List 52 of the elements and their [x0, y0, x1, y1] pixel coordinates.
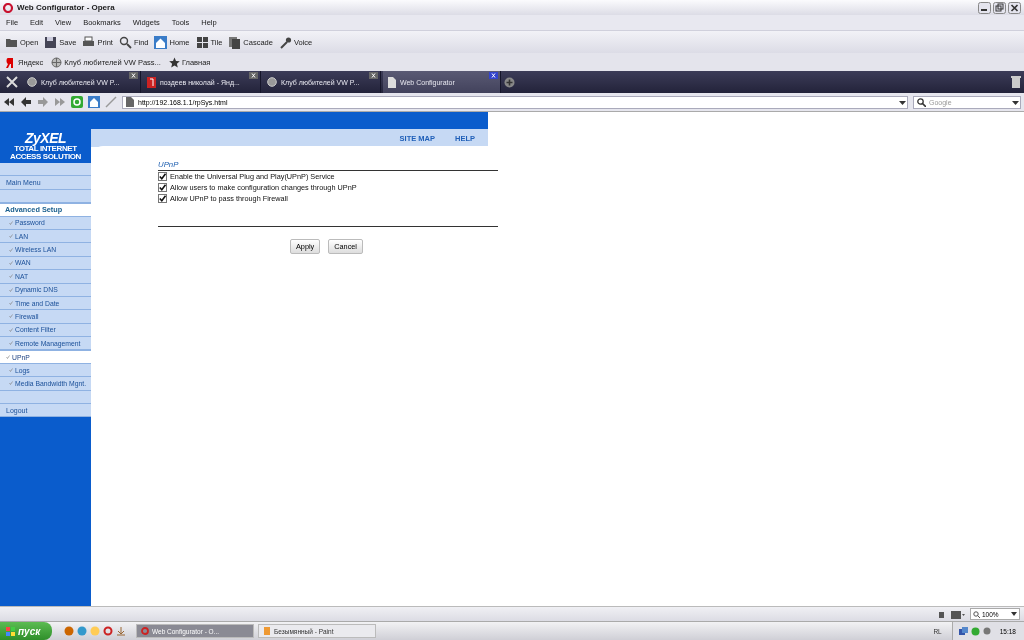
home-icon[interactable]	[88, 96, 100, 108]
tick-icon	[9, 247, 13, 252]
tick-icon	[6, 355, 10, 360]
search-icon	[917, 97, 926, 107]
tile-icon	[195, 35, 209, 49]
microphone-icon	[278, 35, 292, 49]
home-icon	[154, 35, 168, 49]
back-icon[interactable]	[20, 96, 32, 108]
add-tab-icon[interactable]	[504, 76, 515, 88]
tools-icon[interactable]	[6, 76, 18, 88]
tick-icon	[9, 327, 13, 332]
logo-text: ZyXEL	[24, 130, 67, 145]
network-icon[interactable]	[958, 626, 968, 636]
windows-logo-icon	[6, 626, 15, 636]
download-icon[interactable]	[116, 626, 126, 636]
tick-icon	[9, 314, 13, 319]
close-tab-icon[interactable]	[129, 72, 138, 79]
close-tab-icon[interactable]	[249, 72, 258, 79]
minimize-button[interactable]	[978, 1, 991, 14]
tick-icon	[9, 234, 13, 239]
window-title: Web Configurator - Opera	[17, 3, 115, 12]
tick-icon	[9, 368, 13, 373]
close-tab-icon[interactable]	[369, 72, 378, 79]
page-icon	[387, 76, 396, 88]
tick-icon	[9, 220, 13, 225]
letter-icon	[5, 56, 16, 68]
tick-icon	[9, 341, 13, 346]
floppy-icon	[44, 35, 58, 49]
tick-icon	[9, 301, 13, 306]
tick-icon	[9, 260, 13, 265]
page-icon	[126, 97, 134, 107]
search-icon	[118, 35, 132, 49]
checkbox[interactable]	[158, 172, 167, 181]
tick-icon	[9, 274, 13, 279]
trash-icon[interactable]	[1011, 76, 1021, 88]
tick-icon	[9, 381, 13, 386]
printer-icon	[82, 35, 96, 49]
checkbox[interactable]	[158, 183, 167, 192]
camera-icon[interactable]	[951, 609, 965, 619]
reload-icon[interactable]	[71, 96, 83, 108]
checkbox[interactable]	[158, 194, 167, 203]
cascade-icon	[228, 35, 242, 49]
star-icon	[168, 56, 180, 68]
close-tab-icon[interactable]	[489, 72, 498, 79]
letter-icon	[147, 76, 156, 88]
tick-icon	[9, 287, 13, 292]
restore-button[interactable]	[993, 1, 1006, 14]
search-icon	[973, 610, 980, 618]
dropdown-icon	[1011, 611, 1017, 617]
paint-icon	[263, 627, 271, 635]
close-button[interactable]	[1008, 1, 1021, 14]
rewind-icon[interactable]	[3, 96, 15, 108]
